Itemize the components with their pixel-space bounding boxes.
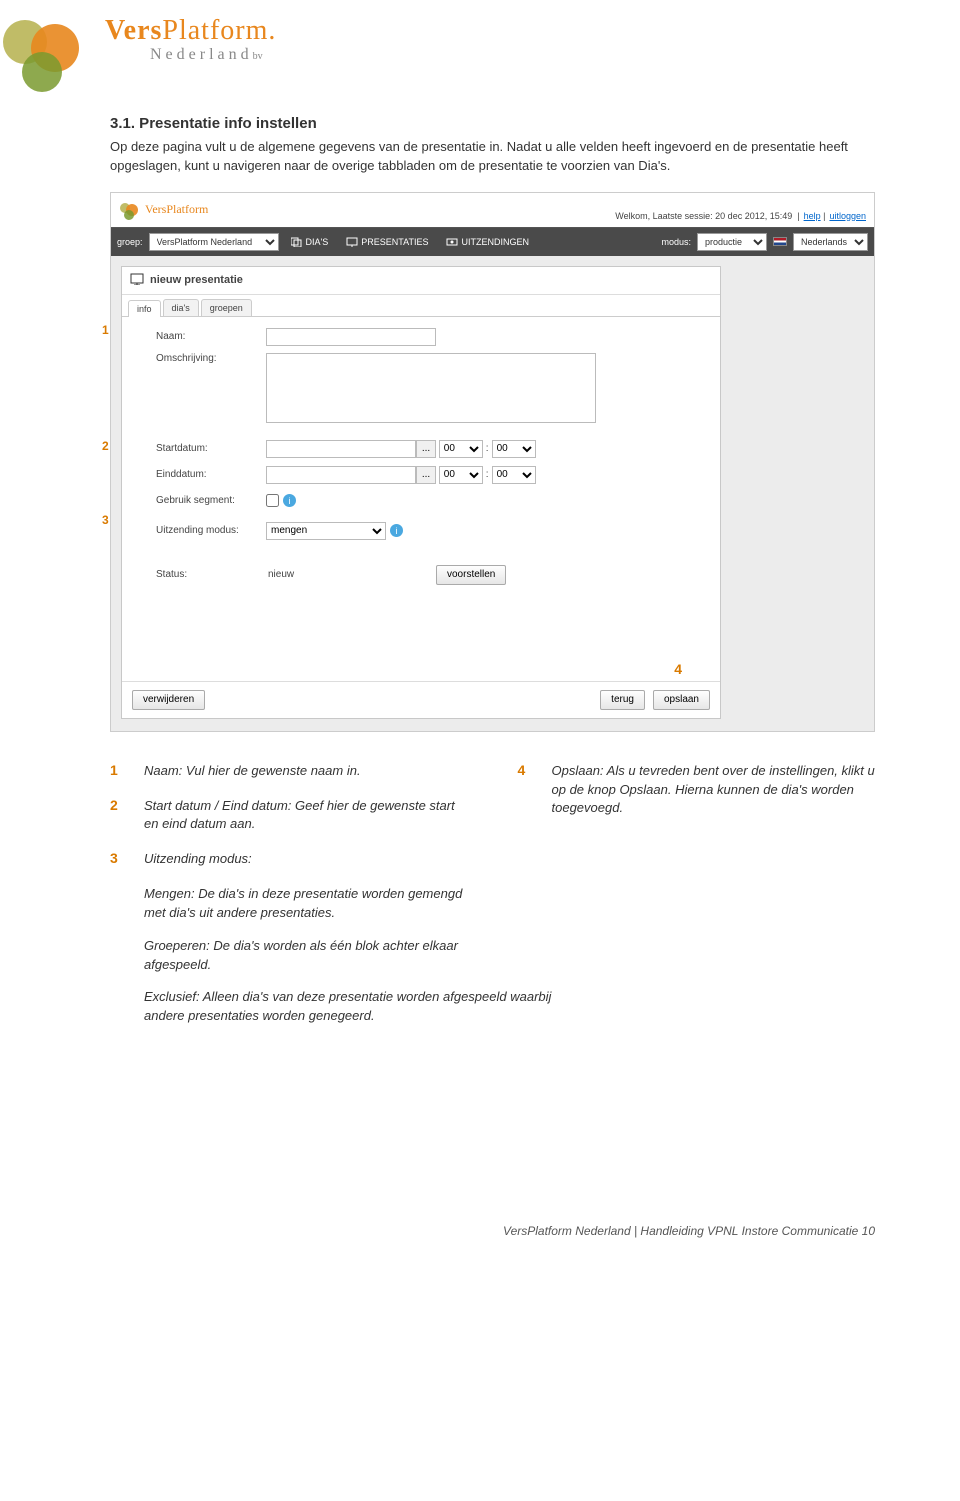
flag-nl-icon [773, 237, 787, 246]
end-hour-select[interactable]: 00 [439, 466, 483, 484]
welcome-prefix: Welkom, Laatste sessie: [615, 211, 715, 221]
startdatum-label: Startdatum: [156, 443, 266, 454]
app-screenshot: VersPlatform Welkom, Laatste sessie: 20 … [110, 192, 875, 732]
legend-text-3-mengen: Mengen: De dia's in deze presentatie wor… [144, 885, 468, 923]
modus-select[interactable]: productie [697, 233, 767, 251]
legend-num-4: 4 [518, 762, 552, 819]
end-min-select[interactable]: 00 [492, 466, 536, 484]
document-body: 3.1. Presentatie info instellen Op deze … [0, 95, 960, 1260]
startdatum-input[interactable] [266, 440, 416, 458]
page-header: VersPlatform. Nederlandbv [0, 0, 960, 95]
app-logo: VersPlatform [119, 199, 208, 221]
gebruik-segment-checkbox[interactable] [266, 494, 279, 507]
omschrijving-label: Omschrijving: [156, 353, 266, 364]
annotation-1: 1 [102, 323, 109, 337]
panel-actions: verwijderen terug opslaan [122, 681, 720, 718]
info-icon[interactable]: i [283, 494, 296, 507]
nav-uitzendingen-button[interactable]: UITZENDINGEN [440, 233, 535, 251]
panel-title: nieuw presentatie [150, 274, 243, 286]
help-link[interactable]: help [804, 211, 821, 221]
einddatum-picker-button[interactable]: ... [416, 466, 436, 484]
nav-presentaties-label: PRESENTATIES [361, 237, 428, 247]
opslaan-button[interactable]: opslaan [653, 690, 710, 710]
panel-icon [130, 273, 144, 288]
modus-label: modus: [661, 237, 691, 247]
legend-left-col: 1 Naam: Vul hier de gewenste naam in. 2 … [110, 762, 468, 1040]
page-footer: VersPlatform Nederland | Handleiding VPN… [503, 1224, 875, 1238]
panel-form: 1 Naam: Omschrijving: 2 Startdatum: [122, 317, 720, 681]
start-hour-select[interactable]: 00 [439, 440, 483, 458]
panel-header: nieuw presentatie [122, 267, 720, 295]
app-topbar: VersPlatform Welkom, Laatste sessie: 20 … [111, 193, 874, 228]
naam-label: Naam: [156, 331, 266, 342]
presentaties-icon [346, 237, 358, 247]
start-min-select[interactable]: 00 [492, 440, 536, 458]
time-sep-2: : [483, 469, 492, 480]
naam-input[interactable] [266, 328, 436, 346]
time-sep: : [483, 443, 492, 454]
annotation-2: 2 [102, 439, 109, 453]
dias-icon [291, 237, 303, 247]
einddatum-input[interactable] [266, 466, 416, 484]
intro-paragraph: Op deze pagina vult u de algemene gegeve… [110, 138, 875, 176]
logout-link[interactable]: uitloggen [829, 211, 866, 221]
app-logo-text: VersPlatform [145, 202, 208, 217]
annotation-3: 3 [102, 513, 109, 527]
app-navbar: groep: VersPlatform Nederland DIA'S PRES… [111, 228, 874, 256]
tab-info[interactable]: info [128, 300, 161, 317]
legend-text-4: Opslaan: Als u tevreden bent over de ins… [552, 762, 876, 819]
omschrijving-textarea[interactable] [266, 353, 596, 423]
nav-uitzendingen-label: UITZENDINGEN [461, 237, 529, 247]
tab-groepen[interactable]: groepen [201, 299, 252, 316]
legend-right-col: 4 Opslaan: Als u tevreden bent over de i… [518, 762, 876, 1040]
info-icon-2[interactable]: i [390, 524, 403, 537]
legend-num-2: 2 [110, 797, 144, 835]
uitzendingen-icon [446, 237, 458, 247]
logo-brand-part1: Vers [105, 15, 162, 46]
status-value: nieuw [266, 569, 436, 580]
app-stage: nieuw presentatie info dia's groepen 1 N… [111, 256, 874, 731]
logo-graphic [0, 0, 100, 100]
einddatum-label: Einddatum: [156, 469, 266, 480]
legend-num-3: 3 [110, 850, 144, 869]
uitzending-modus-label: Uitzending modus: [156, 525, 266, 536]
legend-text-1: Naam: Vul hier de gewenste naam in. [144, 762, 468, 781]
tab-dias[interactable]: dia's [163, 299, 199, 316]
verwijderen-button[interactable]: verwijderen [132, 690, 205, 710]
welcome-text: Welkom, Laatste sessie: 20 dec 2012, 15:… [615, 211, 866, 221]
app-logo-icon [119, 199, 141, 221]
legend-text-3-lead: Uitzending modus: [144, 850, 468, 869]
screenshot-container: VersPlatform Welkom, Laatste sessie: 20 … [110, 192, 875, 732]
logo-subline-text: Nederland [150, 46, 253, 63]
groep-select[interactable]: VersPlatform Nederland [149, 233, 279, 251]
logo-dot: . [268, 15, 276, 46]
gebruik-segment-label: Gebruik segment: [156, 495, 266, 506]
status-label: Status: [156, 569, 266, 580]
legend-text-2: Start datum / Eind datum: Geef hier de g… [144, 797, 468, 835]
startdatum-picker-button[interactable]: ... [416, 440, 436, 458]
logo-subline: Nederlandbv [150, 46, 263, 64]
section-heading: 3.1. Presentatie info instellen [110, 115, 875, 132]
legend-text-3-groeperen: Groeperen: De dia's worden als één blok … [144, 937, 468, 975]
uitzending-modus-select[interactable]: mengen [266, 522, 386, 540]
logo-brand-part2: Platform [162, 15, 268, 46]
groep-label: groep: [117, 237, 143, 247]
nav-presentaties-button[interactable]: PRESENTATIES [340, 233, 434, 251]
presentation-panel: nieuw presentatie info dia's groepen 1 N… [121, 266, 721, 719]
legend: 1 Naam: Vul hier de gewenste naam in. 2 … [110, 762, 875, 1040]
welcome-date: 20 dec 2012, 15:49 [715, 211, 792, 221]
panel-tabs: info dia's groepen [122, 295, 720, 317]
language-select[interactable]: Nederlands [793, 233, 868, 251]
nav-dias-label: DIA'S [306, 237, 329, 247]
voorstellen-button[interactable]: voorstellen [436, 565, 506, 585]
legend-text-3-exclusief: Exclusief: Alleen dia's van deze present… [144, 988, 573, 1026]
nav-dias-button[interactable]: DIA'S [285, 233, 335, 251]
logo-subline-suffix: bv [253, 51, 263, 62]
logo-text: VersPlatform. [105, 15, 276, 47]
legend-num-1: 1 [110, 762, 144, 781]
terug-button[interactable]: terug [600, 690, 645, 710]
annotation-4: 4 [674, 661, 682, 677]
